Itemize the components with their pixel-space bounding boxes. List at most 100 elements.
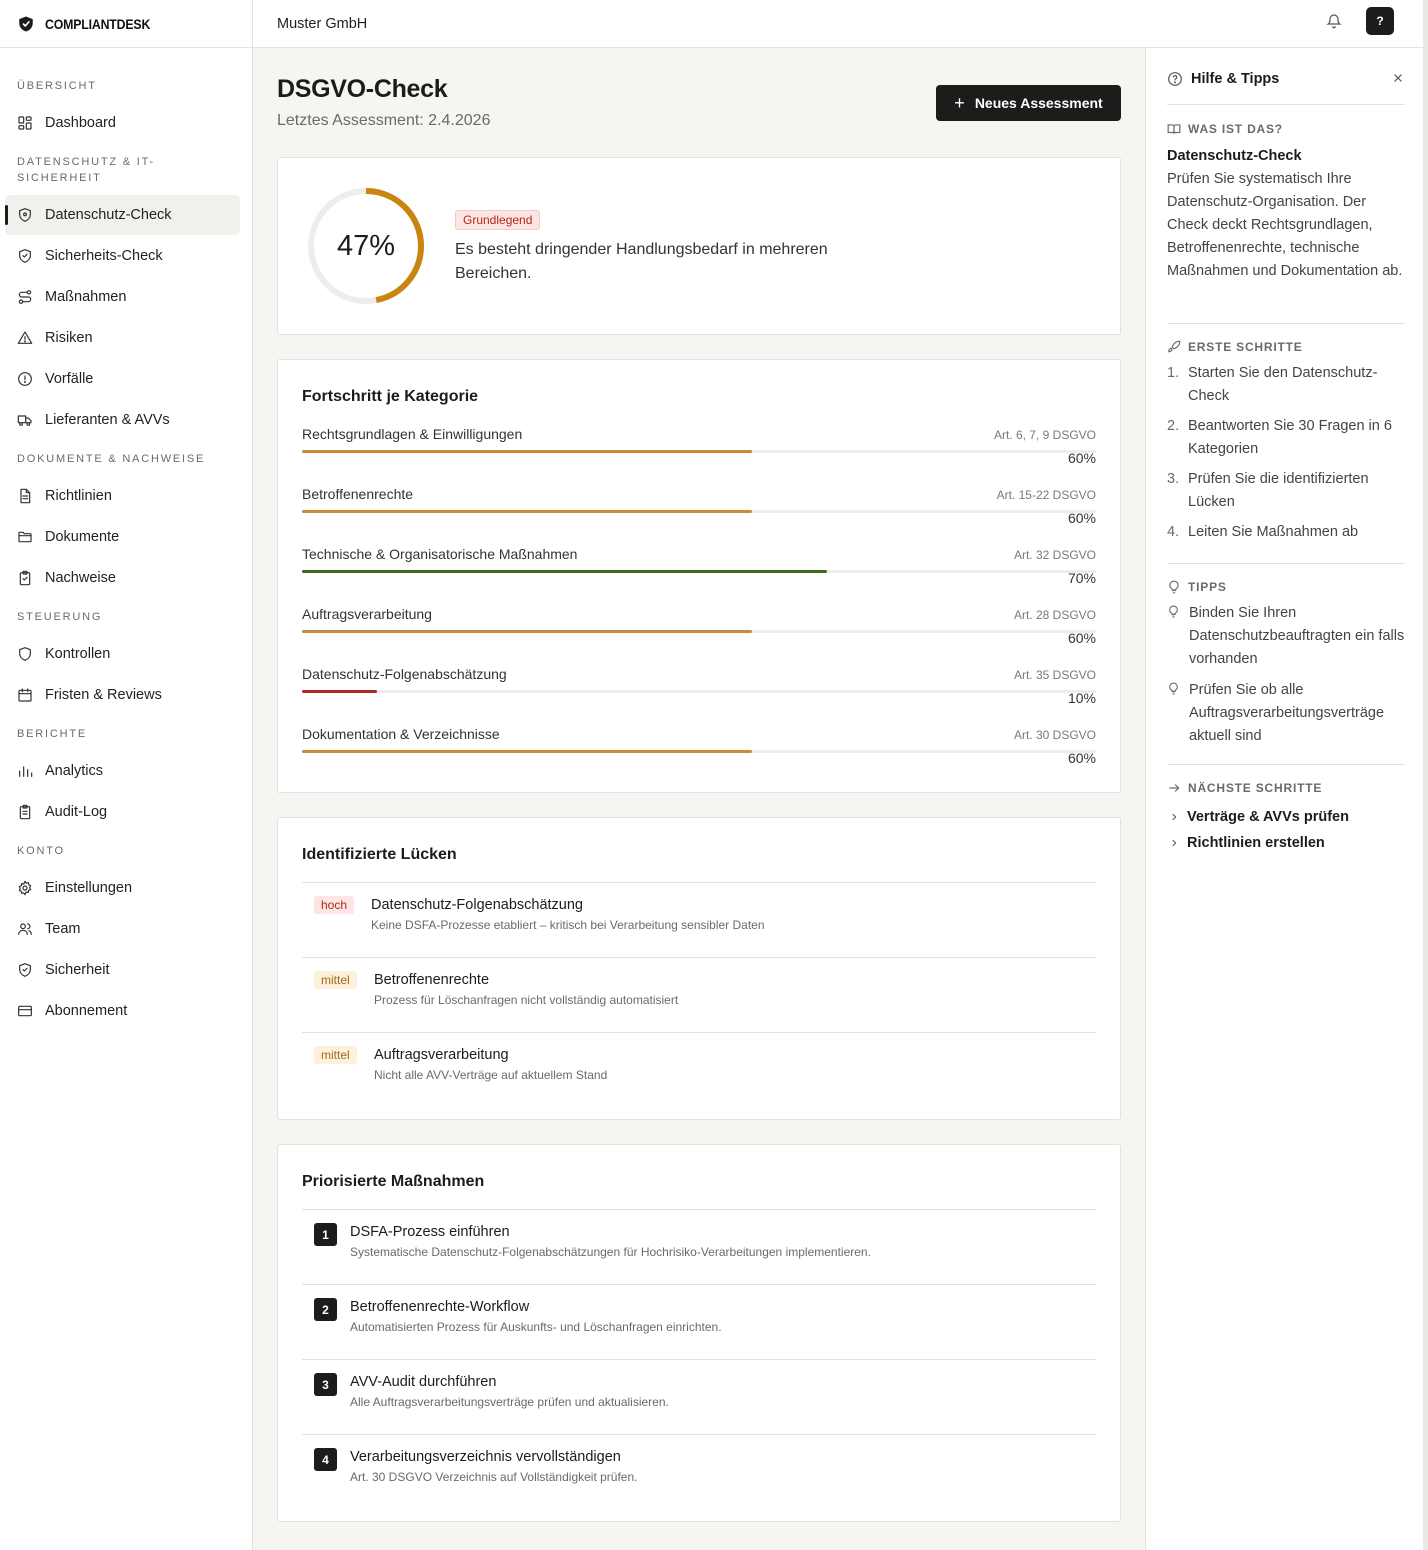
action-description: Automatisierten Prozess für Auskunfts- u… bbox=[350, 1320, 722, 1334]
action-title: Betroffenenrechte-Workflow bbox=[350, 1299, 530, 1315]
sidebar-item-audit-log[interactable]: Audit-Log bbox=[5, 792, 240, 832]
category-row: Rechtsgrundlagen & Einwilligungen Art. 6,… bbox=[302, 426, 1096, 474]
file-text-icon bbox=[17, 488, 33, 504]
gap-title: Betroffenenrechte bbox=[374, 972, 490, 988]
help-step: 3. Prüfen Sie die identifizierten Lücken bbox=[1167, 468, 1405, 513]
sidebar-item-label: Richtlinien bbox=[45, 488, 112, 504]
gap-row[interactable]: mittel Betroffenenrechte Prozess für Lösch… bbox=[302, 957, 1096, 1032]
gap-row[interactable]: mittel Auftragsverarbeitung Nicht alle AVV… bbox=[302, 1032, 1096, 1107]
category-progress-fill bbox=[302, 690, 377, 693]
clipboard-list-icon bbox=[17, 804, 33, 820]
sidebar-item-nachweise[interactable]: Nachweise bbox=[5, 558, 240, 598]
category-progress-card: Fortschritt je Kategorie Rechtsgrundlage… bbox=[277, 359, 1121, 793]
sidebar-item-label: Nachweise bbox=[45, 570, 116, 586]
calendar-icon bbox=[17, 687, 33, 703]
help-steps-section: ERSTE SCHRITTE 1. Starten Sie den Datensc… bbox=[1167, 340, 1405, 552]
help-tip-text: Binden Sie Ihren Datenschutzbeauftragten… bbox=[1189, 605, 1405, 667]
gap-title: Auftragsverarbeitung bbox=[374, 1047, 509, 1063]
sidebar-item-label: Sicherheits-Check bbox=[45, 248, 163, 264]
chevron-right-icon bbox=[1172, 839, 1177, 847]
action-row[interactable]: 4 Verarbeitungsverzeichnis vervollständig… bbox=[302, 1434, 1096, 1509]
next-step-link[interactable]: Richtlinien erstellen bbox=[1167, 830, 1405, 856]
sidebar-item-label: Datenschutz-Check bbox=[45, 207, 172, 223]
nav-section-label: DOKUMENTE & NACHWEISE bbox=[17, 453, 206, 465]
org-name[interactable]: Muster GmbH bbox=[277, 16, 367, 32]
help-tips-section: TIPPS Binden Sie Ihren Datenschutzbeauft… bbox=[1167, 580, 1405, 756]
category-article: Art. 35 DSGVO bbox=[1013, 668, 1096, 682]
gear-icon bbox=[17, 880, 33, 896]
sidebar-item-label: Audit-Log bbox=[45, 804, 108, 820]
sidebar-item-kontrollen[interactable]: Kontrollen bbox=[5, 634, 240, 674]
topbar: Muster GmbH ? bbox=[253, 0, 1428, 48]
category-name: Auftragsverarbeitung bbox=[302, 606, 432, 622]
sidebar-item-vorfälle[interactable]: Vorfälle bbox=[5, 359, 240, 399]
sidebar-item-sicherheit[interactable]: Sicherheit bbox=[5, 950, 240, 990]
logo-shield-icon bbox=[19, 16, 33, 31]
category-percent: 60% bbox=[1067, 750, 1096, 766]
sidebar-item-sicherheits-check[interactable]: Sicherheits-Check bbox=[5, 236, 240, 276]
help-divider bbox=[1167, 764, 1405, 765]
sidebar-item-datenschutz-check[interactable]: Datenschutz-Check bbox=[5, 195, 240, 235]
sidebar-item-label: Abonnement bbox=[45, 1003, 128, 1019]
action-title: Verarbeitungsverzeichnis vervollständige… bbox=[350, 1449, 621, 1465]
brand[interactable]: COMPLIANTDESK bbox=[0, 0, 252, 48]
help-step-number: 1. bbox=[1167, 365, 1180, 381]
nav-section-label: BERICHTE bbox=[17, 728, 88, 740]
help-step-text: Leiten Sie Maßnahmen ab bbox=[1188, 524, 1359, 540]
shield-check-icon bbox=[17, 962, 33, 978]
sidebar-item-lieferanten-avvs[interactable]: Lieferanten & AVVs bbox=[5, 400, 240, 440]
score-value: 47% bbox=[336, 229, 396, 262]
sidebar-item-maßnahmen[interactable]: Maßnahmen bbox=[5, 277, 240, 317]
help-button[interactable]: ? bbox=[1366, 7, 1394, 35]
help-step-text: Prüfen Sie die identifizierten Lücken bbox=[1188, 471, 1369, 510]
sidebar-item-analytics[interactable]: Analytics bbox=[5, 751, 240, 791]
nav-section-label: DATENSCHUTZ & IT-SICHERHEIT bbox=[17, 156, 155, 184]
bell-icon[interactable] bbox=[1326, 13, 1342, 32]
sidebar: COMPLIANTDESK ÜBERSICHT Dashboard DATENSCH… bbox=[0, 0, 253, 1550]
help-steps-label: ERSTE SCHRITTE bbox=[1188, 340, 1303, 354]
action-row[interactable]: 1 DSFA-Prozess einführen Systematische Dat… bbox=[302, 1209, 1096, 1284]
category-progress-fill bbox=[302, 450, 752, 453]
sidebar-item-abonnement[interactable]: Abonnement bbox=[5, 991, 240, 1031]
sidebar-item-team[interactable]: Team bbox=[5, 909, 240, 949]
category-article: Art. 15-22 DSGVO bbox=[996, 488, 1096, 502]
app-root: COMPLIANTDESK ÜBERSICHT Dashboard DATENSCH… bbox=[0, 0, 1428, 1550]
help-circle-icon bbox=[1167, 71, 1183, 90]
category-article: Art. 28 DSGVO bbox=[1013, 608, 1096, 622]
category-progress-track bbox=[302, 570, 1096, 573]
category-progress-track bbox=[302, 510, 1096, 513]
gaps-title: Identifizierte Lücken bbox=[302, 846, 457, 863]
category-progress-fill bbox=[302, 750, 752, 753]
gap-description: Keine DSFA-Prozesse etabliert – kritisch… bbox=[371, 918, 765, 932]
help-what-title: Datenschutz-Check bbox=[1167, 148, 1302, 164]
help-tip: Binden Sie Ihren Datenschutzbeauftragten… bbox=[1167, 602, 1405, 671]
action-row[interactable]: 3 AVV-Audit durchführen Alle Auftragsverar… bbox=[302, 1359, 1096, 1434]
scrollbar-track[interactable] bbox=[1423, 0, 1428, 1550]
sidebar-item-label: Risiken bbox=[45, 330, 93, 346]
help-tip: Prüfen Sie ob alle Auftragsverarbeitungs… bbox=[1167, 679, 1405, 748]
action-row[interactable]: 2 Betroffenenrechte-Workflow Automatisiert… bbox=[302, 1284, 1096, 1359]
sidebar-item-fristen-reviews[interactable]: Fristen & Reviews bbox=[5, 675, 240, 715]
sidebar-item-dashboard[interactable]: Dashboard bbox=[5, 103, 240, 143]
next-step-link[interactable]: Verträge & AVVs prüfen bbox=[1167, 804, 1405, 830]
action-description: Alle Auftragsverarbeitungsverträge prüfe… bbox=[350, 1395, 669, 1409]
sidebar-item-dokumente[interactable]: Dokumente bbox=[5, 517, 240, 557]
help-step-text: Starten Sie den Datenschutz-Check bbox=[1188, 365, 1378, 404]
gap-row[interactable]: hoch Datenschutz-Folgenabschätzung Keine D… bbox=[302, 882, 1096, 957]
new-assessment-button[interactable]: + Neues Assessment bbox=[936, 85, 1121, 121]
clipboard-check-icon bbox=[17, 570, 33, 586]
help-divider bbox=[1167, 323, 1405, 324]
chevron-right-icon bbox=[1172, 813, 1177, 821]
help-next-label-row: NÄCHSTE SCHRITTE bbox=[1167, 781, 1405, 795]
sidebar-item-einstellungen[interactable]: Einstellungen bbox=[5, 868, 240, 908]
rocket-icon bbox=[1168, 340, 1181, 353]
sidebar-item-richtlinien[interactable]: Richtlinien bbox=[5, 476, 240, 516]
gap-title: Datenschutz-Folgenabschätzung bbox=[371, 897, 583, 913]
folder-icon bbox=[17, 529, 33, 545]
sidebar-item-risiken[interactable]: Risiken bbox=[5, 318, 240, 358]
help-step-number: 3. bbox=[1167, 471, 1180, 487]
category-progress-fill bbox=[302, 510, 752, 513]
close-icon[interactable] bbox=[1391, 71, 1405, 88]
category-name: Technische & Organisatorische Maßnahmen bbox=[302, 546, 578, 562]
score-card: 47% Grundlegend Es besteht dringender Ha… bbox=[277, 157, 1121, 335]
